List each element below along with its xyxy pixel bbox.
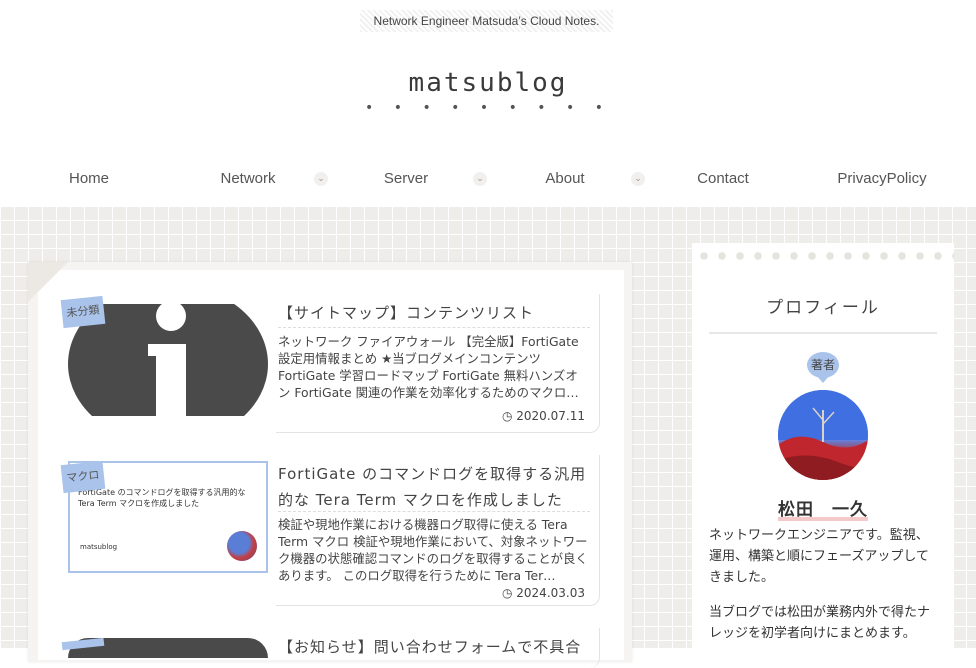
nav-about[interactable]: About (534, 165, 596, 193)
title-dots: • • • • • • • • • (365, 100, 611, 116)
category-label[interactable]: マクロ (60, 460, 106, 494)
avatar (778, 390, 868, 480)
avatar-photo (778, 390, 868, 480)
name-highlight (778, 517, 868, 521)
clock-icon: ◷ (501, 586, 517, 600)
post-card[interactable]: 未分類 【サイトマップ】コンテンツリスト ネットワーク ファイアウォール 【完全… (60, 294, 601, 434)
category-label[interactable]: 未分類 (60, 295, 106, 329)
nav-server[interactable]: Server (374, 165, 438, 193)
badge-pointer (816, 375, 830, 383)
chevron-down-icon[interactable]: ⌄ (314, 172, 328, 186)
post-excerpt: 検証や現地作業における機器ログ取得に使える Tera Term マクロ 検証や現… (278, 517, 588, 583)
chevron-down-icon[interactable]: ⌄ (473, 172, 487, 186)
main-nav: Home Network ⌄ Server ⌄ About ⌄ Contact … (0, 165, 976, 195)
thumbnail-avatar (227, 531, 257, 561)
profile-bio: 当ブログでは松田が業務内外で得たナレッジを初学者向けにまとめます。 (709, 605, 931, 641)
profile-widget: プロフィール 著者 松田 一久 ネットワークエンジニアです。監視、運用、構築と順… (692, 243, 954, 663)
divider (709, 332, 937, 334)
site-header: Network Engineer Matsuda’s Cloud Notes. … (0, 0, 976, 206)
post-body: 【サイトマップ】コンテンツリスト ネットワーク ファイアウォール 【完全版】Fo… (276, 294, 600, 433)
post-card[interactable]: 【お知らせ】問い合わせフォームで不具合 (60, 628, 601, 668)
site-tagline: Network Engineer Matsuda’s Cloud Notes. (360, 10, 613, 32)
site-title[interactable]: matsublog (0, 68, 976, 98)
profile-bio: ネットワークエンジニアです。監視、運用、構築と順にフェーズアップしてきました。 (709, 528, 929, 585)
notebook-dots (692, 251, 954, 261)
nav-network[interactable]: Network (208, 165, 288, 193)
nav-privacy-policy[interactable]: PrivacyPolicy (826, 165, 938, 193)
nav-home[interactable]: Home (58, 165, 120, 193)
chevron-down-icon[interactable]: ⌄ (631, 172, 645, 186)
post-excerpt: ネットワーク ファイアウォール 【完全版】FortiGate設定用情報まとめ ★… (278, 334, 579, 400)
divider (278, 327, 590, 328)
thumbnail-site: matsublog (80, 543, 118, 551)
divider (278, 511, 590, 512)
thumbnail-title: FortiGate のコマンドログを取得する汎用的な Tera Term マクロ… (78, 488, 246, 508)
profile-heading: プロフィール (766, 298, 880, 318)
post-title[interactable]: 【サイトマップ】コンテンツリスト (278, 300, 596, 326)
clock-icon: ◷ (501, 409, 517, 423)
post-title[interactable]: FortiGate のコマンドログを取得する汎用的な Tera Term マクロ… (278, 461, 596, 513)
nav-contact[interactable]: Contact (686, 165, 760, 193)
post-body: FortiGate のコマンドログを取得する汎用的な Tera Term マクロ… (276, 455, 600, 606)
post-body: 【お知らせ】問い合わせフォームで不具合 (276, 628, 600, 668)
post-title[interactable]: 【お知らせ】問い合わせフォームで不具合 (278, 634, 596, 660)
post-date: ◷ 2020.07.11 (501, 409, 585, 423)
post-card[interactable]: マクロ FortiGate のコマンドログを取得する汎用的な Tera Term… (60, 455, 601, 610)
post-date: ◷ 2024.03.03 (501, 586, 585, 600)
